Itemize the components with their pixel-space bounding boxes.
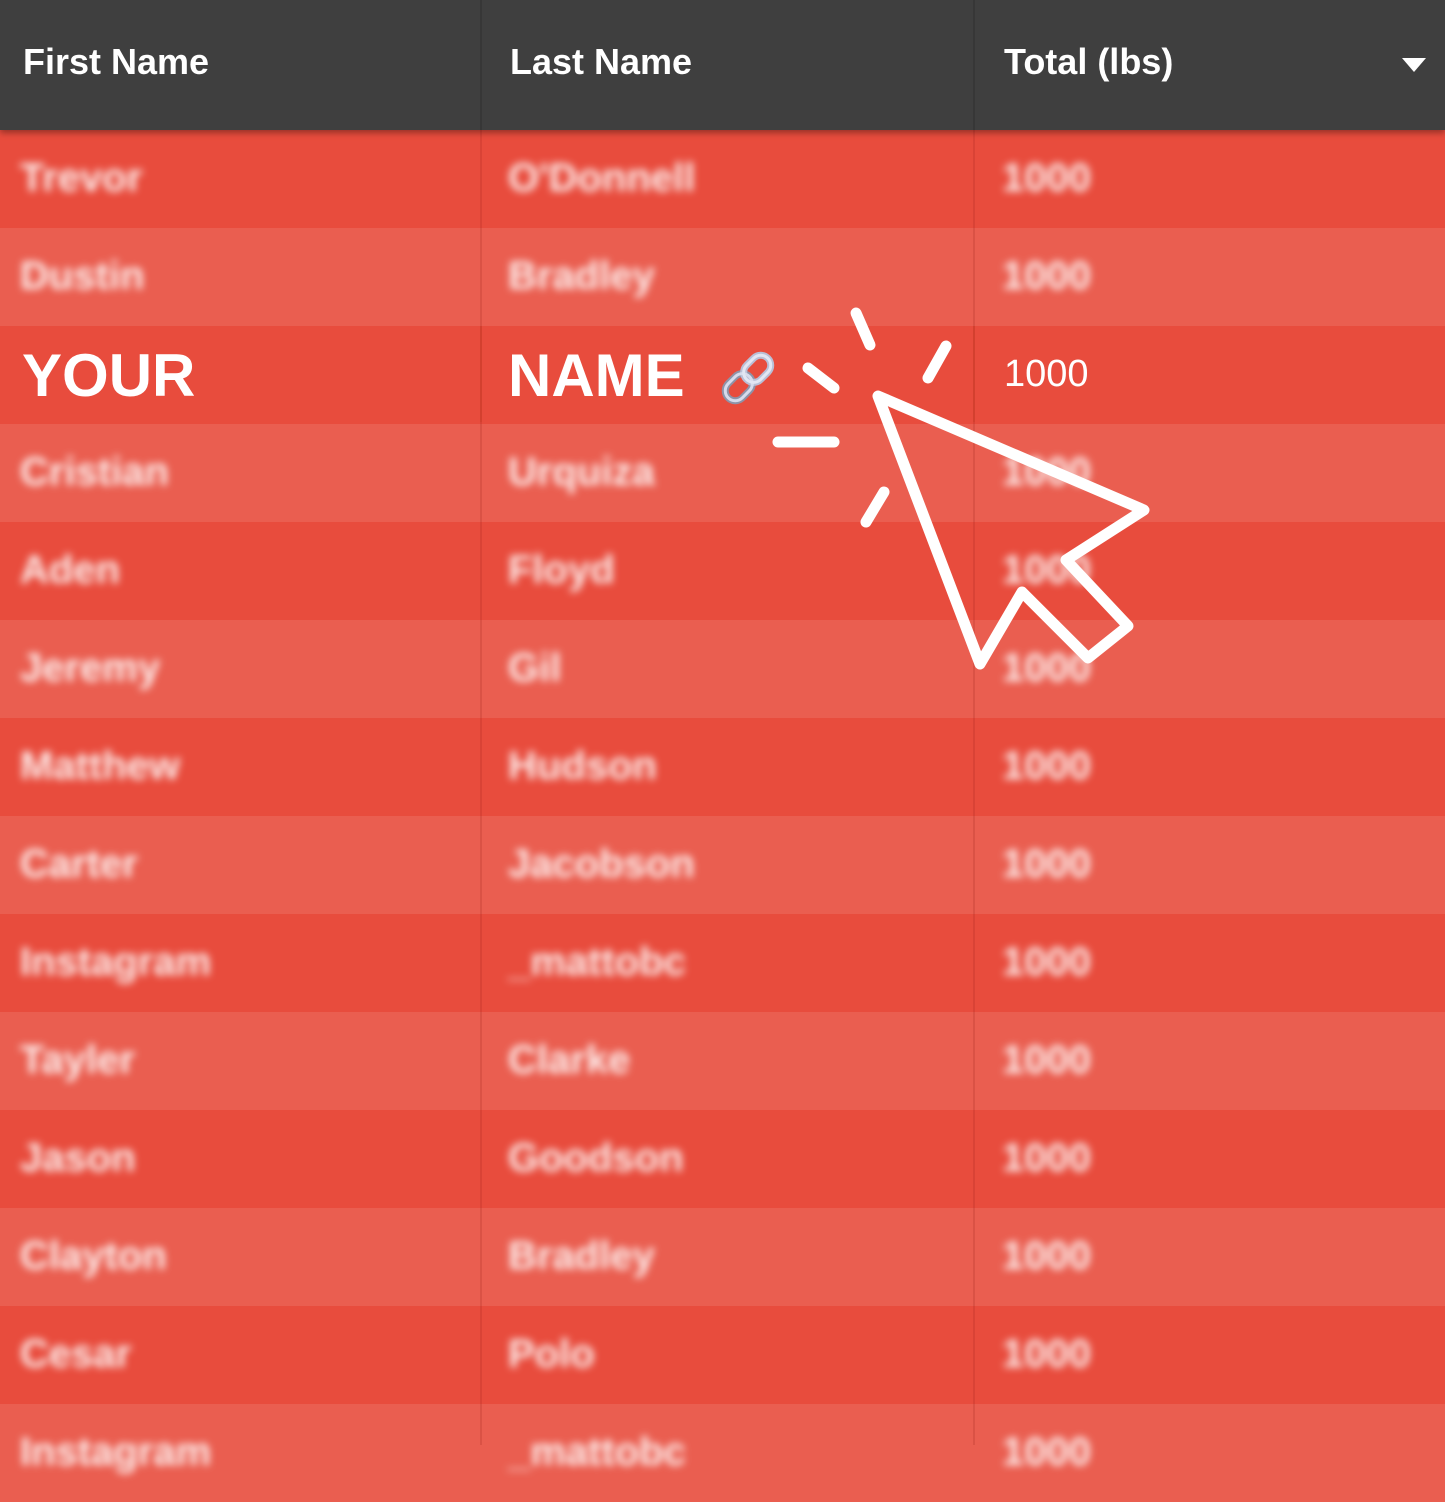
cursor-click-icon xyxy=(772,307,1150,670)
first-name-cell: Clayton xyxy=(20,1234,167,1278)
last-name-cell: O'Donnell xyxy=(508,156,696,200)
table-row[interactable]: Aden Floyd 1000 xyxy=(0,522,1445,620)
table-row[interactable]: Dustin Bradley 1000 xyxy=(0,228,1445,326)
first-name-cell: Cristian xyxy=(20,450,169,494)
total-cell: 1000 xyxy=(1002,1332,1091,1376)
leaderboard-table: First Name Last Name Total (lbs) Trevor … xyxy=(0,0,1445,1502)
total-cell: 1000 xyxy=(1002,1430,1091,1474)
total-cell: 1000 xyxy=(1002,1038,1091,1082)
last-name-cell: Gil xyxy=(508,646,562,690)
total-cell: 1000 xyxy=(1002,940,1091,984)
first-name-cell: Instagram xyxy=(20,940,212,984)
last-name-cell: Bradley xyxy=(508,1234,655,1278)
table-row[interactable]: Tayler Clarke 1000 xyxy=(0,1012,1445,1110)
first-name-cell: Jeremy xyxy=(20,646,161,690)
table-row[interactable]: Jeremy Gil 1000 xyxy=(0,620,1445,718)
total-cell: 1000 xyxy=(1002,1136,1091,1180)
last-name-cell: Jacobson xyxy=(508,842,695,886)
table-row[interactable]: Instagram _mattobc 1000 xyxy=(0,914,1445,1012)
last-name-cell: Clarke xyxy=(508,1038,631,1082)
highlighted-last-name[interactable]: NAME xyxy=(508,326,685,426)
table-header: First Name Last Name Total (lbs) xyxy=(0,0,1445,130)
first-name-cell: Dustin xyxy=(20,254,145,298)
highlighted-first-name: YOUR xyxy=(22,342,196,409)
column-header-last-name[interactable]: Last Name xyxy=(510,0,692,130)
column-divider xyxy=(480,0,482,130)
table-row[interactable]: Instagram _mattobc 1000 xyxy=(0,1404,1445,1502)
table-row[interactable]: Trevor O'Donnell 1000 xyxy=(0,130,1445,228)
first-name-cell: Aden xyxy=(20,548,120,592)
column-divider xyxy=(480,326,482,422)
first-name-cell: Tayler xyxy=(20,1038,135,1082)
caret-down-icon[interactable] xyxy=(1402,58,1426,72)
last-name-cell: Urquiza xyxy=(508,450,655,494)
column-divider xyxy=(973,0,975,130)
first-name-cell: Jason xyxy=(20,1136,136,1180)
last-name-cell: Bradley xyxy=(508,254,655,298)
last-name-cell: Goodson xyxy=(508,1136,684,1180)
last-name-cell: Floyd xyxy=(508,548,615,592)
first-name-cell: Cesar xyxy=(20,1332,132,1376)
column-header-first-name[interactable]: First Name xyxy=(23,0,209,130)
first-name-cell: Trevor xyxy=(20,156,143,200)
first-name-cell: Instagram xyxy=(20,1430,212,1474)
table-row[interactable]: Cesar Polo 1000 xyxy=(0,1306,1445,1404)
first-name-cell: Carter xyxy=(20,842,138,886)
total-cell: 1000 xyxy=(1002,842,1091,886)
column-header-total[interactable]: Total (lbs) xyxy=(1004,0,1173,130)
table-row[interactable]: Carter Jacobson 1000 xyxy=(0,816,1445,914)
table-row[interactable]: Matthew Hudson 1000 xyxy=(0,718,1445,816)
last-name-cell: Polo xyxy=(508,1332,595,1376)
total-cell: 1000 xyxy=(1002,156,1091,200)
table-row[interactable]: Jason Goodson 1000 xyxy=(0,1110,1445,1208)
table-row[interactable]: Clayton Bradley 1000 xyxy=(0,1208,1445,1306)
total-cell: 1000 xyxy=(1002,1234,1091,1278)
table-row[interactable]: Cristian Urquiza 1000 xyxy=(0,424,1445,522)
first-name-cell: Matthew xyxy=(20,744,180,788)
last-name-cell: Hudson xyxy=(508,744,657,788)
last-name-cell: _mattobc xyxy=(508,1430,686,1474)
total-cell: 1000 xyxy=(1002,744,1091,788)
last-name-cell: _mattobc xyxy=(508,940,686,984)
